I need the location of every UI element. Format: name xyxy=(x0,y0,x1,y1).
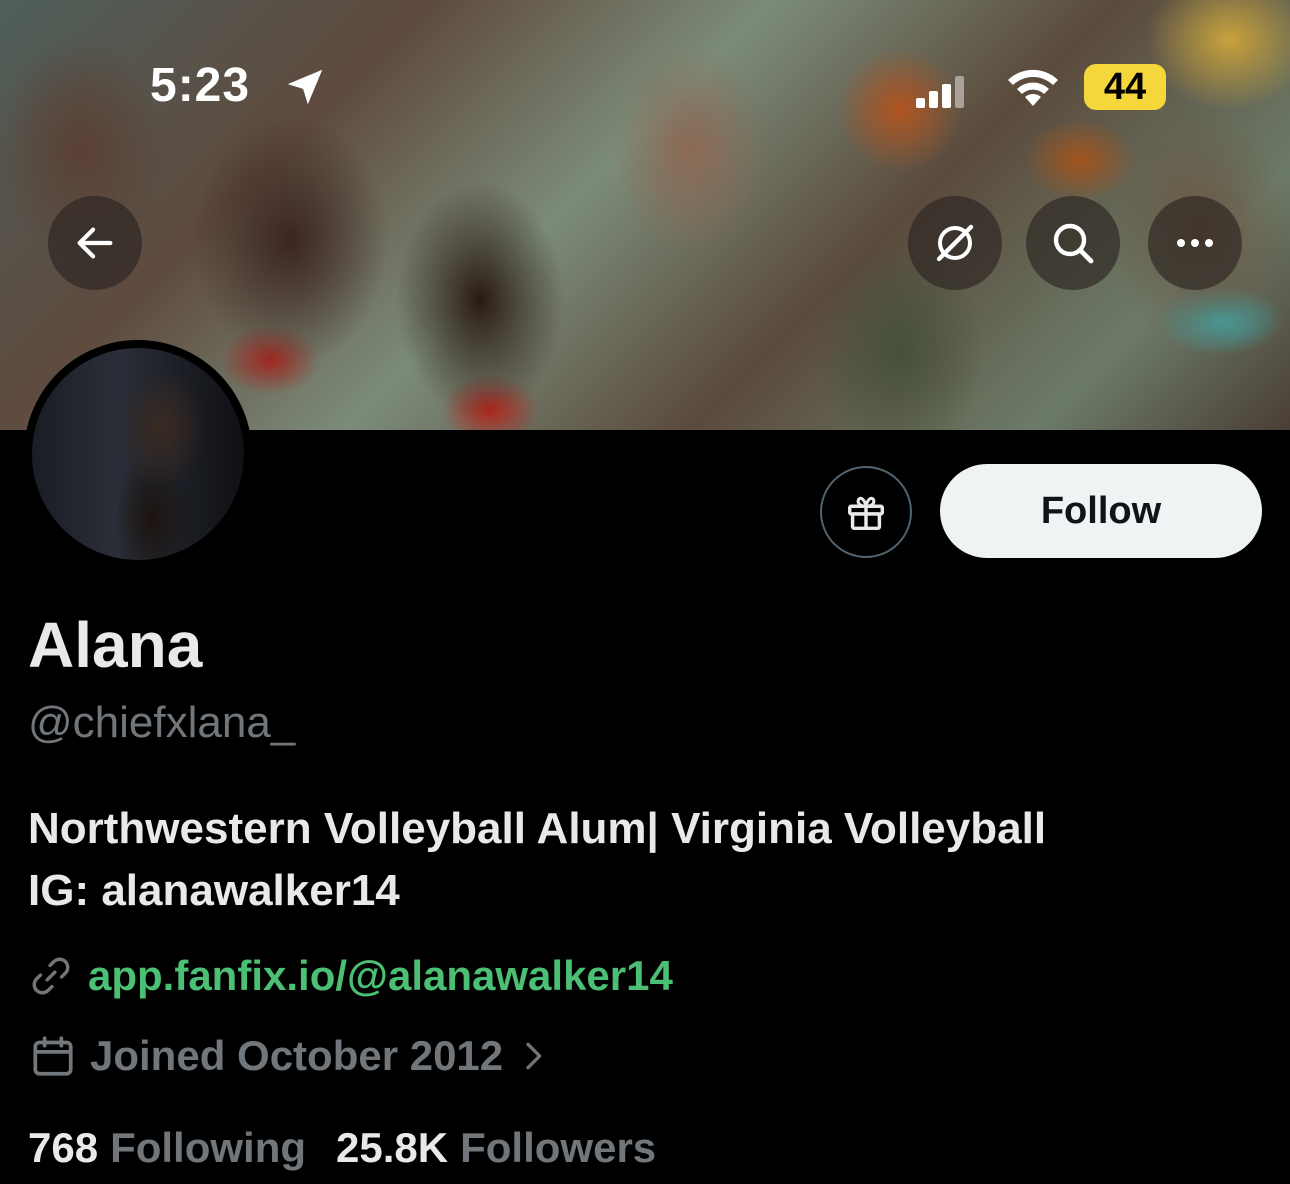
status-time: 5:23 xyxy=(150,59,251,112)
status-bar: 5:23 44 xyxy=(0,0,1290,120)
follow-stats: 768 Following 25.8K Followers xyxy=(28,1120,656,1176)
wifi-icon xyxy=(1008,69,1058,106)
grok-button[interactable] xyxy=(908,196,1002,290)
bio-line: IG: alanawalker14 xyxy=(28,866,400,915)
gift-button[interactable] xyxy=(820,466,912,558)
more-horizontal-icon xyxy=(1177,239,1213,247)
arrow-left-icon xyxy=(77,227,113,259)
following-stat[interactable]: 768 Following xyxy=(28,1124,306,1172)
profile-bio: Northwestern Volleyball Alum| Virginia V… xyxy=(28,798,1278,922)
back-button[interactable] xyxy=(48,196,142,290)
profile-handle: @chiefxlana_ xyxy=(28,698,296,747)
chevron-right-icon xyxy=(526,1042,542,1070)
link-icon xyxy=(32,957,70,995)
followers-label: Followers xyxy=(460,1124,657,1171)
profile-website-link[interactable]: app.fanfix.io/@alanawalker14 xyxy=(88,952,673,1000)
followers-count: 25.8K xyxy=(336,1124,449,1171)
follow-button[interactable]: Follow xyxy=(940,464,1262,558)
bio-line: Northwestern Volleyball Alum| Virginia V… xyxy=(28,804,1047,853)
joined-row[interactable]: Joined October 2012 xyxy=(28,1028,553,1084)
more-button[interactable] xyxy=(1148,196,1242,290)
slash-circle-icon xyxy=(936,224,974,262)
profile-link-row: app.fanfix.io/@alanawalker14 xyxy=(28,948,673,1004)
calendar-icon xyxy=(33,1036,73,1076)
search-button[interactable] xyxy=(1026,196,1120,290)
joined-date: Joined October 2012 xyxy=(90,1032,504,1079)
avatar-image xyxy=(32,348,244,560)
followers-stat[interactable]: 25.8K Followers xyxy=(336,1124,656,1172)
location-arrow-icon xyxy=(287,69,323,105)
profile-name: Alana xyxy=(28,609,203,681)
battery-indicator: 44 xyxy=(1084,64,1166,110)
cellular-signal-icon xyxy=(916,76,964,108)
profile-avatar[interactable] xyxy=(24,340,252,568)
search-icon xyxy=(1053,223,1094,264)
gift-icon xyxy=(847,496,885,531)
following-count: 768 xyxy=(28,1124,99,1171)
following-label: Following xyxy=(110,1124,307,1171)
